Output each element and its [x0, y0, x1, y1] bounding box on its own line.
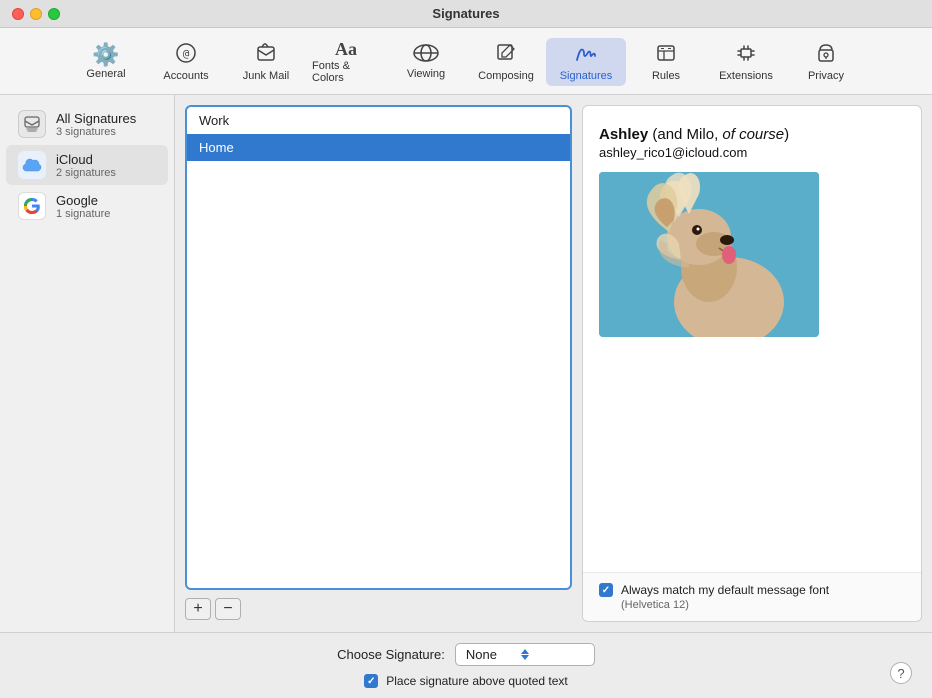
viewing-icon — [413, 44, 439, 66]
signature-name-line: Ashley (and Milo, of course) — [599, 126, 905, 143]
traffic-lights — [12, 8, 60, 20]
signature-name-bold: Ashley — [599, 126, 648, 143]
icloud-text: iCloud 2 signatures — [56, 152, 116, 179]
signature-preview-footer: Always match my default message font (He… — [583, 572, 921, 621]
choose-signature-value: None — [466, 647, 497, 662]
toolbar-item-rules[interactable]: Rules — [626, 38, 706, 86]
choose-signature-label: Choose Signature: — [337, 647, 445, 662]
junk-mail-label: Junk Mail — [243, 70, 289, 82]
privacy-icon — [815, 42, 837, 68]
sig-list-item-home[interactable]: Home — [187, 134, 570, 161]
general-label: General — [86, 68, 125, 80]
all-signatures-count: 3 signatures — [56, 126, 136, 138]
fonts-colors-icon: Aa — [335, 40, 357, 58]
help-button[interactable]: ? — [890, 662, 912, 684]
extensions-label: Extensions — [719, 70, 773, 82]
sidebar-item-icloud[interactable]: iCloud 2 signatures — [6, 145, 168, 185]
close-button[interactable] — [12, 8, 24, 20]
font-match-checkbox[interactable] — [599, 583, 613, 597]
window-title: Signatures — [432, 6, 499, 21]
toolbar: ⚙️ General @ Accounts Junk Mail Aa Fonts… — [0, 28, 932, 95]
all-signatures-name: All Signatures — [56, 111, 136, 126]
composing-label: Composing — [478, 70, 534, 82]
signature-preview-panel: Ashley (and Milo, of course) ashley_rico… — [582, 105, 922, 622]
all-signatures-text: All Signatures 3 signatures — [56, 111, 136, 138]
signature-name-italic: of course — [722, 126, 784, 143]
signatures-icon — [573, 42, 599, 68]
signatures-list: Work Home — [185, 105, 572, 590]
signature-preview-content: Ashley (and Milo, of course) ashley_rico… — [583, 106, 921, 572]
maximize-button[interactable] — [48, 8, 60, 20]
bottom-bar: Choose Signature: None Place signature a… — [0, 632, 932, 698]
google-count: 1 signature — [56, 208, 110, 220]
viewing-label: Viewing — [407, 68, 445, 80]
remove-signature-button[interactable]: − — [215, 598, 241, 620]
place-signature-label: Place signature above quoted text — [386, 674, 567, 688]
toolbar-item-composing[interactable]: Composing — [466, 38, 546, 86]
minimize-button[interactable] — [30, 8, 42, 20]
google-text: Google 1 signature — [56, 193, 110, 220]
general-icon: ⚙️ — [92, 44, 119, 66]
select-arrow-icon — [521, 649, 529, 660]
toolbar-item-signatures[interactable]: Signatures — [546, 38, 626, 86]
google-icon — [18, 192, 46, 220]
composing-icon — [495, 42, 517, 68]
toolbar-item-junk-mail[interactable]: Junk Mail — [226, 38, 306, 86]
toolbar-item-privacy[interactable]: Privacy — [786, 38, 866, 86]
signatures-panel: Work Home + − — [175, 95, 582, 632]
choose-signature-row: Choose Signature: None — [337, 643, 595, 666]
privacy-label: Privacy — [808, 70, 844, 82]
rules-icon — [655, 42, 677, 68]
place-signature-row: Place signature above quoted text — [364, 674, 567, 688]
icloud-icon — [18, 151, 46, 179]
font-hint: (Helvetica 12) — [621, 599, 905, 611]
font-match-row: Always match my default message font — [599, 583, 905, 597]
choose-signature-select[interactable]: None — [455, 643, 595, 666]
accounts-label: Accounts — [163, 70, 208, 82]
sidebar: All Signatures 3 signatures iCloud 2 sig… — [0, 95, 175, 632]
add-signature-button[interactable]: + — [185, 598, 211, 620]
svg-text:@: @ — [183, 47, 190, 60]
signature-email: ashley_rico1@icloud.com — [599, 145, 905, 160]
signature-name-suffix: (and Milo, — [648, 126, 722, 143]
title-bar: Signatures — [0, 0, 932, 28]
signature-image — [599, 172, 819, 337]
toolbar-item-viewing[interactable]: Viewing — [386, 40, 466, 84]
sidebar-item-google[interactable]: Google 1 signature — [6, 186, 168, 226]
signatures-toolbar: + − — [185, 596, 572, 622]
place-signature-checkbox[interactable] — [364, 674, 378, 688]
sidebar-item-all-signatures[interactable]: All Signatures 3 signatures — [6, 104, 168, 144]
toolbar-item-fonts-colors[interactable]: Aa Fonts & Colors — [306, 36, 386, 88]
extensions-icon — [734, 42, 758, 68]
fonts-colors-label: Fonts & Colors — [312, 60, 380, 84]
accounts-icon: @ — [175, 42, 197, 68]
main-content: All Signatures 3 signatures iCloud 2 sig… — [0, 95, 932, 632]
font-match-label: Always match my default message font — [621, 583, 829, 597]
toolbar-item-accounts[interactable]: @ Accounts — [146, 38, 226, 86]
sig-list-item-work[interactable]: Work — [187, 107, 570, 134]
signatures-label: Signatures — [560, 70, 613, 82]
toolbar-item-extensions[interactable]: Extensions — [706, 38, 786, 86]
toolbar-item-general[interactable]: ⚙️ General — [66, 40, 146, 84]
google-name: Google — [56, 193, 110, 208]
rules-label: Rules — [652, 70, 680, 82]
icloud-count: 2 signatures — [56, 167, 116, 179]
icloud-name: iCloud — [56, 152, 116, 167]
junk-mail-icon — [255, 42, 277, 68]
all-signatures-icon — [18, 110, 46, 138]
signature-name-end: ) — [784, 126, 789, 143]
